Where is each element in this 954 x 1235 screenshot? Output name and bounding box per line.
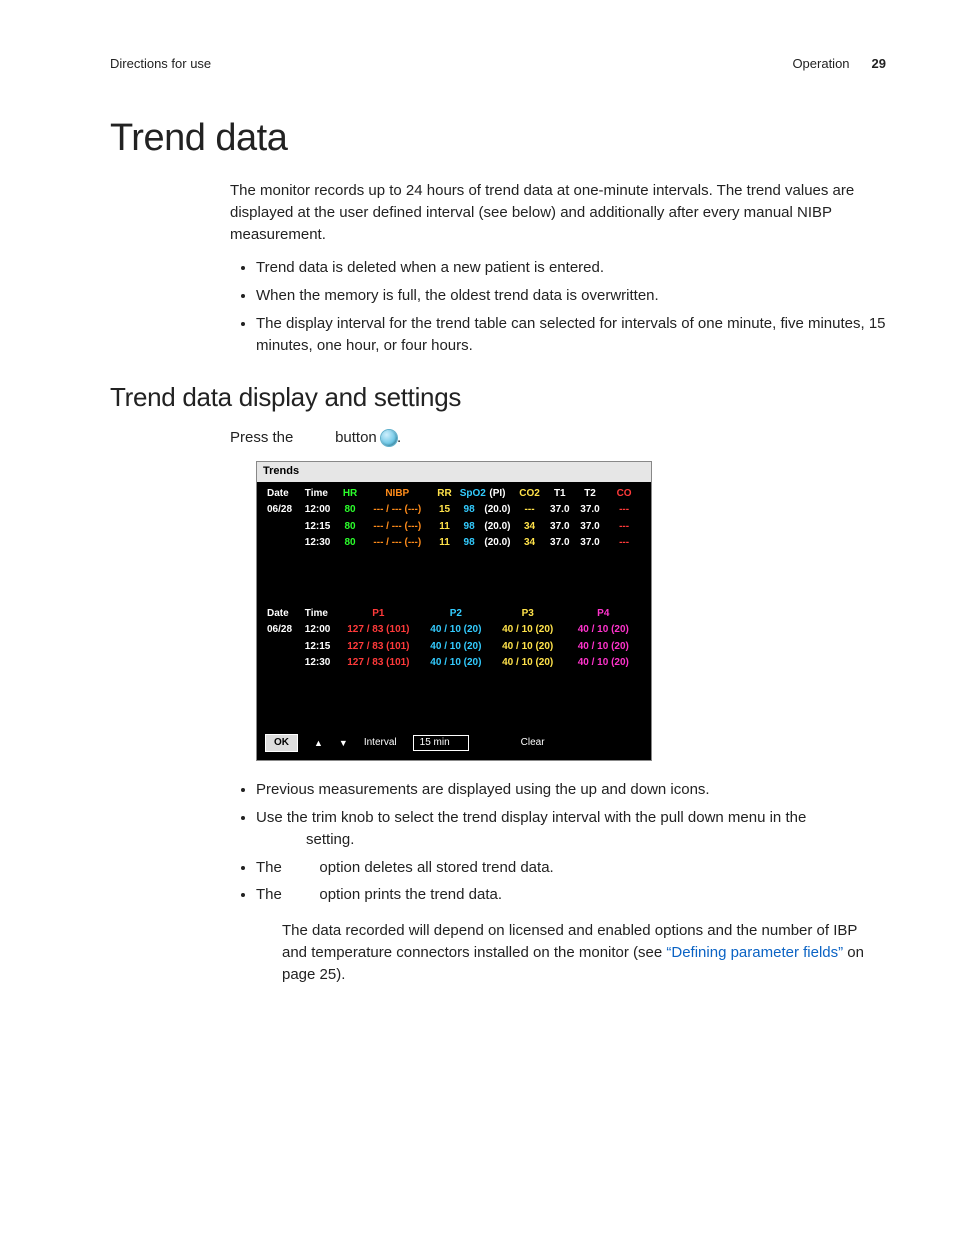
trends-screenshot: Trends Date Time HR NIBP RR: [256, 461, 652, 761]
up-icon[interactable]: ▲: [314, 737, 323, 750]
table-row: 12:15127 / 83 (101)40 / 10 (20)40 / 10 (…: [265, 639, 643, 656]
down-icon[interactable]: ▼: [339, 737, 348, 750]
table-row: 06/2812:00127 / 83 (101)40 / 10 (20)40 /…: [265, 622, 643, 639]
table-row: 12:1580--- / --- (---)1198(20.0)3437.037…: [265, 519, 643, 536]
trends-table-1: Date Time HR NIBP RR SpO2 (PI) CO2 T1 T2…: [265, 486, 643, 552]
section-heading: Trend data display and settings: [110, 382, 886, 413]
ok-button[interactable]: OK: [265, 734, 298, 753]
press-line: Press the button .: [230, 427, 886, 449]
doc-title: Directions for use: [110, 56, 211, 71]
section-name: Operation: [792, 56, 849, 71]
clear-button[interactable]: Clear: [521, 736, 545, 751]
table-header-row: Date Time HR NIBP RR SpO2 (PI) CO2 T1 T2…: [265, 486, 643, 503]
interval-select[interactable]: 15 min: [413, 735, 469, 752]
page-number: 29: [872, 56, 886, 71]
trends-table-2: Date Time P1 P2 P3 P4 06/2812:00127 / 83…: [265, 606, 643, 672]
page-title: Trend data: [110, 117, 886, 160]
list-item: Trend data is deleted when a new patient…: [256, 257, 886, 279]
list-item: When the memory is full, the oldest tren…: [256, 285, 886, 307]
table-row: 12:3080--- / --- (---)1198(20.0)3437.037…: [265, 535, 643, 552]
interval-label: Interval: [364, 736, 397, 751]
post-bullets: Previous measurements are displayed usin…: [230, 779, 886, 906]
intro-bullets: Trend data is deleted when a new patient…: [230, 257, 886, 356]
list-item: Previous measurements are displayed usin…: [256, 779, 886, 801]
table-row: 06/2812:0080--- / --- (---)1598(20.0)---…: [265, 502, 643, 519]
note-paragraph: The data recorded will depend on license…: [282, 920, 886, 985]
list-item: The option prints the trend data.: [256, 884, 886, 906]
intro-paragraph: The monitor records up to 24 hours of tr…: [230, 180, 886, 245]
running-header: Directions for use Operation 29: [110, 56, 886, 71]
table-header-row: Date Time P1 P2 P3 P4: [265, 606, 643, 623]
window-title: Trends: [257, 462, 651, 482]
defining-parameter-fields-link[interactable]: “Defining parameter fields”: [666, 944, 843, 961]
list-item: The display interval for the trend table…: [256, 313, 886, 357]
trends-button-icon: [381, 430, 397, 446]
list-item: Use the trim knob to select the trend di…: [256, 807, 886, 851]
list-item: The option deletes all stored trend data…: [256, 857, 886, 879]
table-row: 12:30127 / 83 (101)40 / 10 (20)40 / 10 (…: [265, 655, 643, 672]
trends-bottom-bar: OK ▲ ▼ Interval 15 min Clear: [257, 728, 651, 761]
